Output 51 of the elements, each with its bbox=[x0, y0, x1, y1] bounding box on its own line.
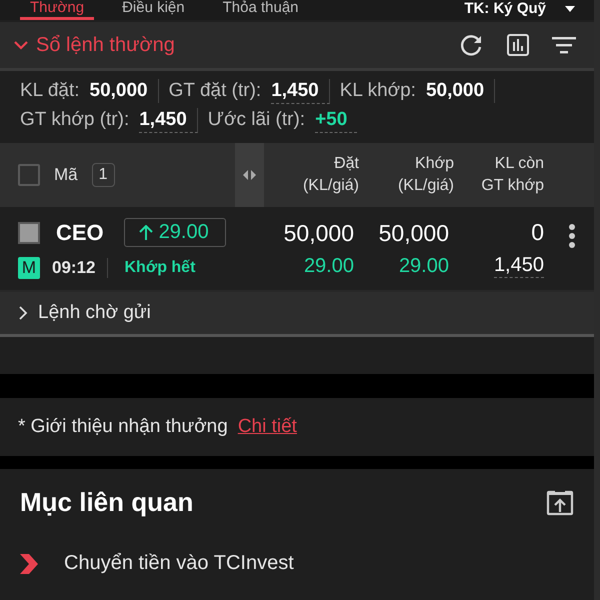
table-cell: 0 bbox=[531, 219, 544, 246]
more-icon[interactable] bbox=[568, 223, 576, 249]
column-header: (KL/giá) bbox=[302, 176, 359, 196]
details-link[interactable]: Chi tiết bbox=[238, 416, 297, 438]
table-cell: 50,000 bbox=[378, 220, 449, 246]
resize-arrows-icon bbox=[243, 170, 256, 180]
column-header: Khớp bbox=[415, 154, 454, 174]
pending-orders-toggle[interactable]: Lệnh chờ gửi bbox=[18, 302, 151, 324]
summary-value: +50 bbox=[315, 108, 358, 133]
summary-value: 50,000 bbox=[90, 79, 159, 103]
column-header: (KL/giá) bbox=[398, 176, 454, 196]
chart-icon[interactable] bbox=[506, 33, 530, 57]
section-title: Mục liên quan bbox=[20, 487, 194, 518]
account-dropdown[interactable]: TK: Ký Quỹ bbox=[458, 0, 582, 20]
filter-icon[interactable] bbox=[552, 34, 576, 56]
chevron-icon bbox=[18, 306, 30, 320]
select-all-checkbox[interactable] bbox=[18, 164, 40, 186]
order-status: Khớp hết bbox=[124, 259, 196, 277]
summary-value: 1,450 bbox=[139, 108, 198, 133]
caret-icon bbox=[564, 4, 576, 12]
refresh-icon[interactable] bbox=[460, 33, 484, 57]
row-checkbox[interactable] bbox=[18, 222, 40, 244]
column-header: Mã bbox=[54, 165, 78, 185]
stock-symbol: CEO bbox=[56, 220, 104, 246]
table-cell: 1,450 bbox=[494, 254, 544, 278]
summary-label: Ước lãi (tr): bbox=[208, 108, 306, 132]
summary-label: GT đặt (tr): bbox=[168, 79, 262, 103]
column-resizer[interactable] bbox=[235, 143, 264, 207]
chevron-icon bbox=[14, 40, 28, 50]
column-header: KL còn bbox=[494, 154, 544, 174]
column-header: Đặt bbox=[334, 154, 359, 174]
price-tag: 29.00 bbox=[124, 218, 226, 247]
tab[interactable]: Điều kiện bbox=[112, 0, 195, 20]
summary-label: KL khớp: bbox=[340, 79, 416, 103]
related-link[interactable]: Chuyển tiền vào TCInvest bbox=[20, 552, 294, 575]
count-badge: 1 bbox=[92, 163, 115, 187]
summary-label: KL đặt: bbox=[20, 79, 80, 103]
summary-value: 1,450 bbox=[271, 79, 330, 104]
summary-label: GT khớp (tr): bbox=[20, 108, 130, 132]
order-type-badge: M bbox=[18, 257, 40, 279]
order-book-toggle[interactable]: Sổ lệnh thường bbox=[14, 34, 175, 56]
share-icon[interactable] bbox=[546, 490, 574, 516]
table-cell: 50,000 bbox=[284, 220, 354, 246]
tab[interactable]: Thỏa thuận bbox=[212, 0, 309, 20]
table-cell: 29.00 bbox=[398, 254, 449, 278]
promo-text: * Giới thiệu nhận thưởng bbox=[18, 416, 228, 438]
table-cell: 29.00 bbox=[304, 254, 354, 278]
summary-value: 50,000 bbox=[426, 79, 496, 103]
column-header: GT khớp bbox=[481, 176, 544, 196]
chevron-icon bbox=[20, 554, 38, 574]
order-time: 09:12 bbox=[52, 258, 108, 278]
